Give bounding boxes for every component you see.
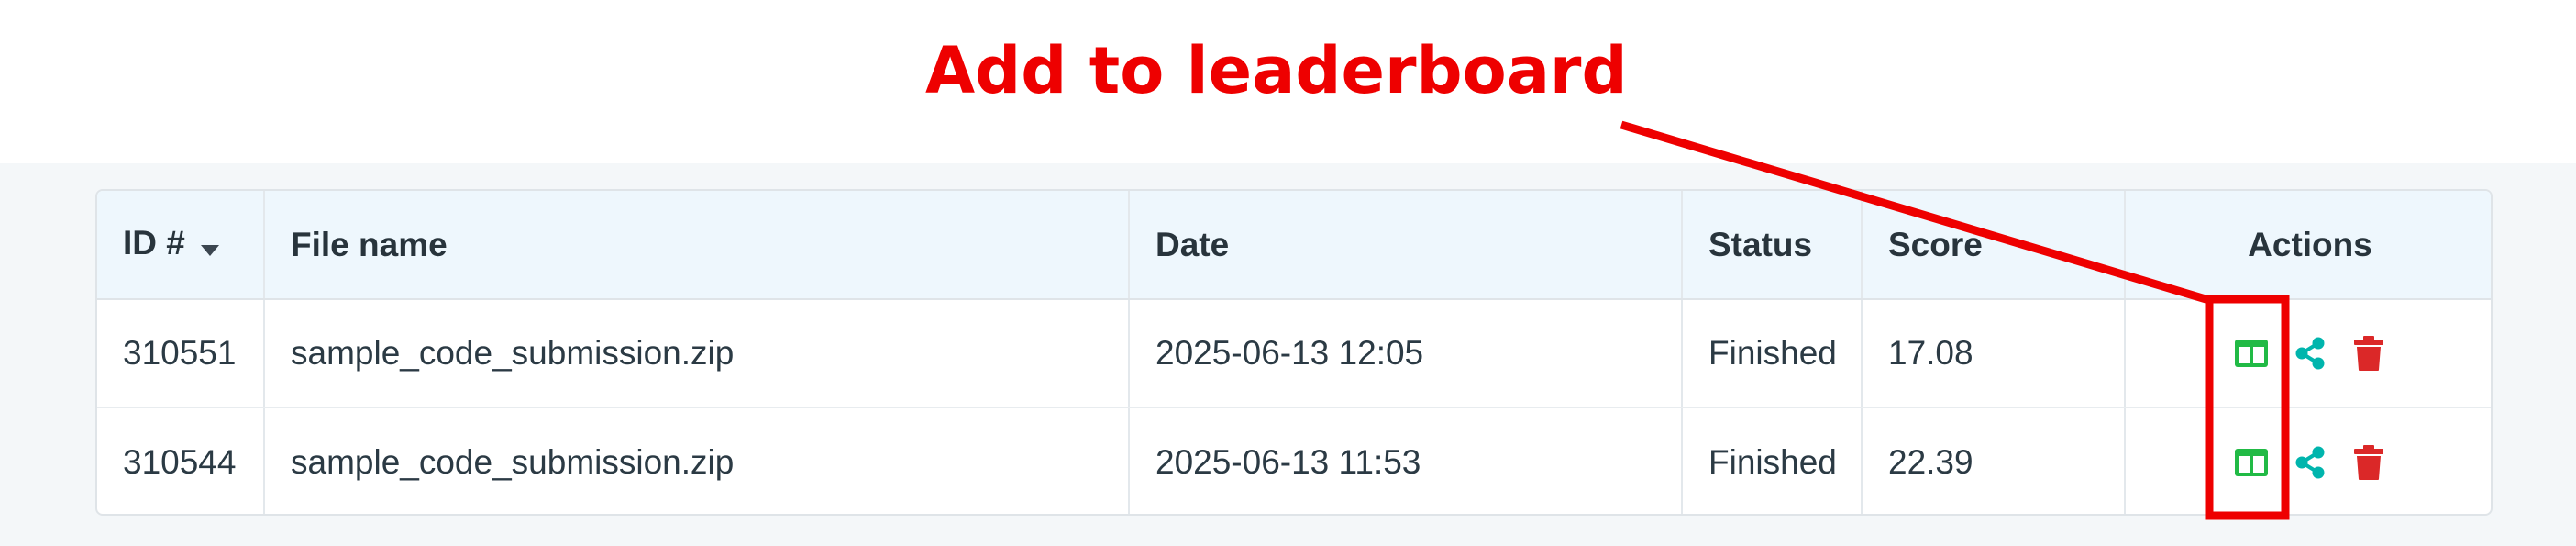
cell-score: 17.08 <box>1862 299 2126 408</box>
cell-status: Finished <box>1682 407 1863 514</box>
annotation-title: Add to leaderboard <box>925 33 1628 108</box>
cell-date: 2025-06-13 12:05 <box>1129 299 1683 408</box>
cell-file-name: sample_code_submission.zip <box>264 299 1130 408</box>
table-header-row: ID # File name Date Status Score Actions <box>97 191 2491 300</box>
share-icon[interactable] <box>2290 442 2330 483</box>
column-header-score: Score <box>1862 191 2126 300</box>
share-icon[interactable] <box>2290 333 2330 373</box>
column-header-id[interactable]: ID # <box>97 191 265 300</box>
table-row: 310551 sample_code_submission.zip 2025-0… <box>97 299 2491 408</box>
column-header-date: Date <box>1129 191 1683 300</box>
column-header-actions: Actions <box>2125 191 2491 300</box>
cell-date: 2025-06-13 11:53 <box>1129 407 1683 514</box>
cell-status: Finished <box>1682 299 1863 408</box>
column-header-file-name: File name <box>264 191 1130 300</box>
trash-icon[interactable] <box>2349 333 2389 373</box>
submissions-table: ID # File name Date Status Score Actions… <box>95 189 2493 516</box>
cell-actions <box>2125 299 2491 408</box>
cell-id: 310551 <box>97 299 265 408</box>
cell-id: 310544 <box>97 407 265 514</box>
cell-file-name: sample_code_submission.zip <box>264 407 1130 514</box>
column-header-id-label: ID # <box>123 224 185 262</box>
column-header-status: Status <box>1682 191 1863 300</box>
cell-actions <box>2125 407 2491 514</box>
caret-down-icon[interactable] <box>200 227 220 265</box>
leaderboard-columns-icon[interactable] <box>2231 442 2272 483</box>
table-row: 310544 sample_code_submission.zip 2025-0… <box>97 407 2491 514</box>
trash-icon[interactable] <box>2349 442 2389 483</box>
leaderboard-columns-icon[interactable] <box>2231 333 2272 373</box>
cell-score: 22.39 <box>1862 407 2126 514</box>
